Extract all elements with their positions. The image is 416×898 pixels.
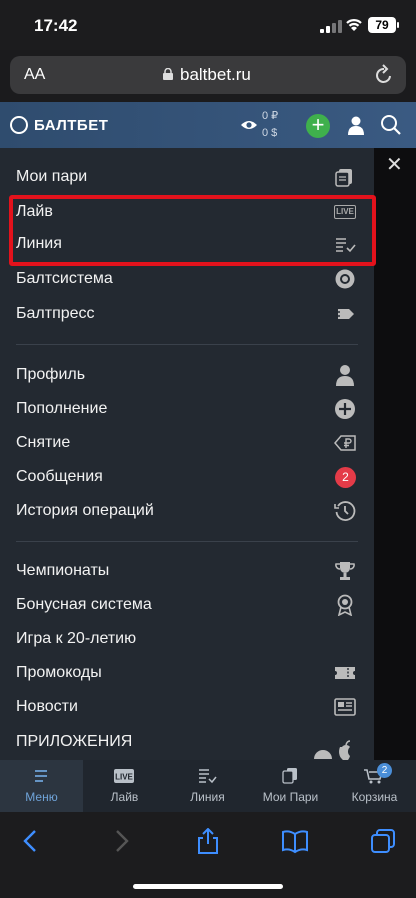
menu-item-label: Балтсистема — [16, 270, 113, 287]
tab-menu[interactable]: Меню — [0, 760, 83, 812]
menu-item-apps[interactable]: ПРИЛОЖЕНИЯ — [0, 726, 374, 760]
tab-label: Корзина — [351, 790, 398, 804]
menu-item-baltsystem[interactable]: Балтсистема — [0, 263, 374, 297]
menu-item-label: Игра к 20-летию — [16, 630, 137, 647]
chip-icon — [335, 269, 355, 289]
menu-item-anniversary-game[interactable]: Игра к 20-летию — [0, 623, 374, 657]
menu-item-label: Профиль — [16, 366, 86, 383]
eye-icon[interactable] — [240, 119, 258, 131]
forward-icon[interactable] — [108, 828, 134, 854]
messages-count-badge: 2 — [335, 467, 356, 488]
newspaper-icon — [334, 698, 356, 716]
menu-item-promocodes[interactable]: Промокоды — [0, 657, 374, 691]
reader-aa-button[interactable]: AA — [24, 66, 45, 84]
menu-item-baltpress[interactable]: Балтпресс — [0, 298, 374, 332]
live-icon: LIVE — [114, 769, 134, 783]
battery-indicator: 79 — [368, 17, 399, 33]
menu-divider — [16, 344, 358, 345]
tab-cart[interactable]: 2 Корзина — [333, 760, 416, 812]
back-icon[interactable] — [18, 828, 44, 854]
site-header: БАЛТБЕТ + — [0, 102, 416, 148]
tab-label: Линия — [190, 790, 225, 804]
logo-mark-icon — [10, 116, 28, 134]
signal-icon — [320, 20, 342, 33]
status-time: 17:42 — [34, 16, 78, 35]
tab-live[interactable]: LIVE Лайв — [83, 760, 166, 812]
medal-icon — [337, 594, 353, 616]
tab-my-bets[interactable]: Мои Пари — [249, 760, 332, 812]
balance: 0 ₽ 0 $ — [262, 108, 278, 142]
user-icon[interactable] — [346, 115, 366, 135]
ticket-icon — [335, 667, 355, 679]
status-bar: 17:42 79 — [0, 0, 416, 50]
history-clock-icon — [334, 501, 356, 521]
menu-item-label: Чемпионаты — [16, 562, 110, 579]
plus-circle-icon — [335, 399, 355, 419]
trophy-icon — [335, 562, 355, 580]
share-icon[interactable] — [195, 828, 221, 854]
tab-label: Лайв — [110, 790, 139, 804]
line-icon — [199, 769, 217, 784]
menu-item-label: Снятие — [16, 434, 71, 451]
menu-item-profile[interactable]: Профиль — [0, 359, 374, 393]
menu-item-label: История операций — [16, 502, 154, 519]
deposit-plus-button[interactable]: + — [306, 114, 330, 138]
bets-icon — [282, 768, 297, 784]
user-icon — [336, 365, 354, 386]
menu-divider — [16, 541, 358, 542]
highlight-box — [9, 195, 376, 266]
balance-rub: 0 ₽ — [262, 110, 279, 122]
tab-label: Мои Пари — [262, 790, 319, 804]
bottom-tab-bar: Меню LIVE Лайв Линия Мои Пари 2 Корзина — [0, 760, 416, 812]
tab-label: Меню — [25, 790, 58, 804]
menu-item-messages[interactable]: Сообщения 2 — [0, 461, 374, 495]
menu-icon — [35, 770, 47, 782]
menu-item-label: Сообщения — [16, 468, 103, 485]
ruble-tag-icon — [334, 435, 356, 451]
menu-item-history[interactable]: История операций — [0, 495, 374, 529]
url-bar[interactable]: AA baltbet.ru — [10, 56, 406, 94]
close-icon[interactable]: ✕ — [386, 152, 403, 177]
menu-item-label: Новости — [16, 698, 78, 715]
menu-item-withdraw[interactable]: Снятие — [0, 427, 374, 461]
menu-item-label: Балтпресс — [16, 305, 95, 322]
logo-text: БАЛТБЕТ — [34, 116, 109, 134]
bookmarks-icon[interactable] — [282, 828, 308, 854]
menu-item-deposit[interactable]: Пополнение — [0, 393, 374, 427]
menu-item-my-bets[interactable]: Мои пари — [0, 161, 374, 195]
lock-icon — [163, 68, 173, 80]
menu-item-championships[interactable]: Чемпионаты — [0, 555, 374, 589]
reload-icon[interactable] — [374, 64, 394, 86]
tag-fast-icon — [335, 309, 354, 319]
menu-item-label: Бонусная система — [16, 596, 152, 613]
home-indicator — [133, 884, 283, 889]
search-icon[interactable] — [380, 114, 402, 136]
android-apple-icon — [314, 740, 351, 760]
menu-item-label: Промокоды — [16, 664, 102, 681]
menu-item-label: Пополнение — [16, 400, 108, 417]
tabs-icon[interactable] — [370, 828, 396, 854]
svg-text:LIVE: LIVE — [115, 773, 133, 782]
menu-item-news[interactable]: Новости — [0, 691, 374, 725]
bets-icon — [335, 169, 352, 187]
site-logo[interactable]: БАЛТБЕТ — [10, 116, 108, 134]
cart-count-badge: 2 — [377, 763, 392, 778]
menu-item-bonus-system[interactable]: Бонусная система — [0, 589, 374, 623]
tab-line[interactable]: Линия — [166, 760, 249, 812]
wifi-icon — [346, 19, 362, 31]
menu-item-label: Мои пари — [16, 168, 88, 185]
menu-item-label: ПРИЛОЖЕНИЯ — [16, 733, 133, 750]
page-overlay[interactable] — [374, 148, 416, 760]
url-text[interactable]: baltbet.ru — [180, 65, 251, 85]
balance-bonus: 0 $ — [262, 127, 278, 139]
